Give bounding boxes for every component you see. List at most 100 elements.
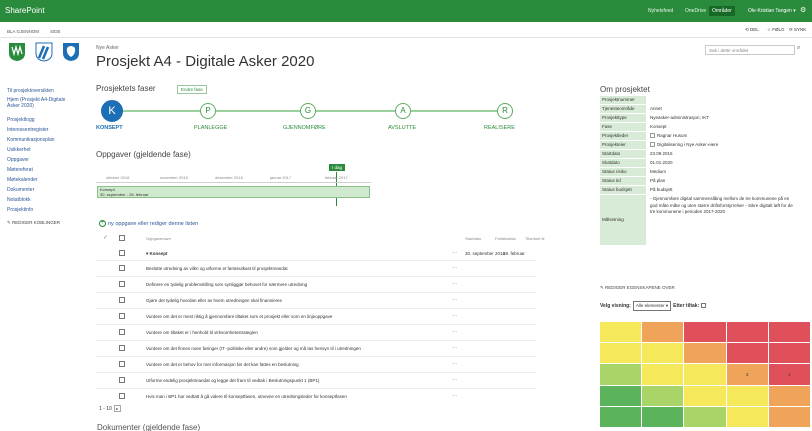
change-phase-button[interactable]: Endre fase <box>177 85 207 94</box>
task-row-title[interactable]: Gjøre det tydelig hvordan eller av hvem … <box>146 298 282 303</box>
nav-item-notebook[interactable]: Notatblokk <box>7 197 71 203</box>
municipality-logo-3[interactable] <box>62 42 80 62</box>
risk-matrix-cell[interactable] <box>768 406 810 427</box>
risk-matrix-cell[interactable]: 2 <box>726 364 768 385</box>
column-header-assigned[interactable]: Tilordnet til <box>525 236 544 241</box>
risk-matrix-cell[interactable]: 1 <box>768 364 810 385</box>
phase-planlegge-label[interactable]: PLANLEGGE <box>194 125 227 131</box>
nav-item-stakeholders[interactable]: Interessentregister <box>7 127 71 133</box>
risk-matrix-cell[interactable] <box>642 343 684 364</box>
phase-konsept-label[interactable]: KONSEPT <box>96 125 123 131</box>
risk-matrix-cell[interactable] <box>684 322 726 343</box>
search-icon[interactable]: ⌕ <box>797 45 800 52</box>
risk-matrix-cell[interactable] <box>768 322 810 343</box>
more-options-icon[interactable]: ··· <box>452 250 457 256</box>
task-row-title[interactable]: Vurdere om det er mest riktig å gjennomf… <box>146 314 332 319</box>
site-breadcrumb[interactable]: Nye Asker <box>96 45 119 51</box>
row-checkbox[interactable] <box>119 313 125 319</box>
next-page-button[interactable]: ▸ <box>113 405 121 412</box>
column-header-start[interactable]: Startdato <box>465 236 481 241</box>
phase-realisere-label[interactable]: REALISERE <box>484 125 515 131</box>
ribbon-tab-page[interactable]: SIDE <box>50 29 61 34</box>
more-options-icon[interactable]: ··· <box>452 393 457 399</box>
row-checkbox[interactable] <box>119 250 125 256</box>
task-row-title[interactable]: Hvis man i BP1 har vedtatt å gå videre t… <box>146 394 347 399</box>
risk-matrix-cell[interactable] <box>726 406 768 427</box>
risk-matrix-cell[interactable] <box>684 343 726 364</box>
risk-matrix-cell[interactable] <box>642 406 684 427</box>
risk-matrix-cell[interactable] <box>684 385 726 406</box>
more-options-icon[interactable]: ··· <box>452 361 457 367</box>
more-options-icon[interactable]: ··· <box>452 281 457 287</box>
nav-item-project-info[interactable]: Prosjektinfo <box>7 207 71 213</box>
nav-item-home[interactable]: Hjem (Prosjekt A4-Digitale Asker 2020) <box>7 97 71 109</box>
group-header[interactable]: ▾ Konsept <box>146 251 168 257</box>
nav-item-project-log[interactable]: Prosjektlogg <box>7 117 71 123</box>
more-options-icon[interactable]: ··· <box>452 297 457 303</box>
risk-matrix-cell[interactable] <box>768 343 810 364</box>
nav-item-tasks[interactable]: Oppgaver <box>7 157 71 163</box>
risk-matrix-cell[interactable] <box>642 364 684 385</box>
phase-gjennomfore-circle[interactable]: G <box>300 103 316 119</box>
suite-link-sites[interactable]: Områder <box>709 6 735 16</box>
phase-planlegge-circle[interactable]: P <box>200 103 216 119</box>
more-options-icon[interactable]: ··· <box>452 377 457 383</box>
municipality-logo-2[interactable] <box>35 42 53 62</box>
risk-matrix-cell[interactable] <box>600 385 642 406</box>
risk-matrix-cell[interactable] <box>684 364 726 385</box>
app-title[interactable]: SharePoint <box>5 6 45 15</box>
row-checkbox[interactable] <box>119 377 125 383</box>
user-menu[interactable]: Ole-Kristian Tangen ▾ <box>748 8 796 14</box>
nav-item-communication-plan[interactable]: Kommunikasjonsplan <box>7 137 71 143</box>
task-row-title[interactable]: Vurdere om det finnes noen føringer (IT … <box>146 346 361 351</box>
new-task-link[interactable]: + ny oppgave eller rediger denne listen <box>99 220 198 227</box>
risk-matrix-cell[interactable] <box>600 343 642 364</box>
share-button[interactable]: ⟲ DEL <box>745 27 759 33</box>
risk-matrix-cell[interactable] <box>600 322 642 343</box>
column-header-due[interactable]: Forfallsdato <box>495 236 516 241</box>
edit-links-button[interactable]: ✎ REDIGER KOBLINGER <box>7 220 71 226</box>
risk-matrix-cell[interactable] <box>726 343 768 364</box>
risk-matrix-cell[interactable] <box>600 364 642 385</box>
risk-matrix-cell[interactable] <box>726 385 768 406</box>
risk-matrix-cell[interactable] <box>642 385 684 406</box>
after-measures-checkbox[interactable] <box>701 303 707 309</box>
more-options-icon[interactable]: ··· <box>452 313 457 319</box>
column-header-name[interactable]: Oppgavenavn <box>146 236 171 241</box>
view-select[interactable]: Alle elementer ▾ <box>632 301 672 311</box>
task-row-title[interactable]: Utforme endelig prosjektmandat og legge … <box>146 378 319 383</box>
phase-realisere-circle[interactable]: R <box>497 103 513 119</box>
row-checkbox[interactable] <box>119 393 125 399</box>
gear-icon[interactable]: ⚙ <box>800 6 806 14</box>
select-all-checkbox[interactable] <box>119 235 125 241</box>
phase-konsept-circle[interactable]: K <box>101 100 123 122</box>
project-manager[interactable]: Ragnar Husum <box>648 132 796 140</box>
risk-matrix-cell[interactable] <box>726 322 768 343</box>
edit-properties-button[interactable]: ✎ REDIGER EGENSKAPENE OVER <box>600 285 675 291</box>
risk-matrix-cell[interactable] <box>684 406 726 427</box>
row-checkbox[interactable] <box>119 281 125 287</box>
risk-matrix-cell[interactable] <box>642 322 684 343</box>
row-checkbox[interactable] <box>119 265 125 271</box>
task-row-title[interactable]: Vurdere om det er behov for mer informas… <box>146 362 299 367</box>
nav-item-meeting-minutes[interactable]: Møtereferat <box>7 167 71 173</box>
row-checkbox[interactable] <box>119 297 125 303</box>
suite-link-newsfeed[interactable]: Nyhetsfeed <box>648 8 673 14</box>
sync-button[interactable]: ⟳ SYNK <box>789 27 806 33</box>
risk-matrix-cell[interactable] <box>768 385 810 406</box>
task-row-title[interactable]: Definere en tydelig problemstilling som … <box>146 282 307 287</box>
project-owner[interactable]: Digitalisering i Nye Asker-eiere <box>648 141 796 149</box>
nav-item-meeting-calendar[interactable]: Møtekalender <box>7 177 71 183</box>
phase-gjennomfore-label[interactable]: GJENNOMFØRE <box>283 125 326 131</box>
nav-item-risk[interactable]: Usikkerhet <box>7 147 71 153</box>
more-options-icon[interactable]: ··· <box>452 329 457 335</box>
ribbon-tab-browse[interactable]: BLA GJENNOM <box>7 29 39 34</box>
nav-item-project-overview[interactable]: Til prosjektoversikten <box>7 88 71 94</box>
phase-avslutte-circle[interactable]: A <box>395 103 411 119</box>
more-options-icon[interactable]: ··· <box>452 265 457 271</box>
search-input[interactable]: Søk i dette området <box>705 45 795 55</box>
row-checkbox[interactable] <box>119 329 125 335</box>
phase-avslutte-label[interactable]: AVSLUTTE <box>388 125 416 131</box>
municipality-logo-1[interactable] <box>8 42 26 62</box>
task-row-title[interactable]: Beslutte utredning av vilkn og utforme e… <box>146 266 288 271</box>
